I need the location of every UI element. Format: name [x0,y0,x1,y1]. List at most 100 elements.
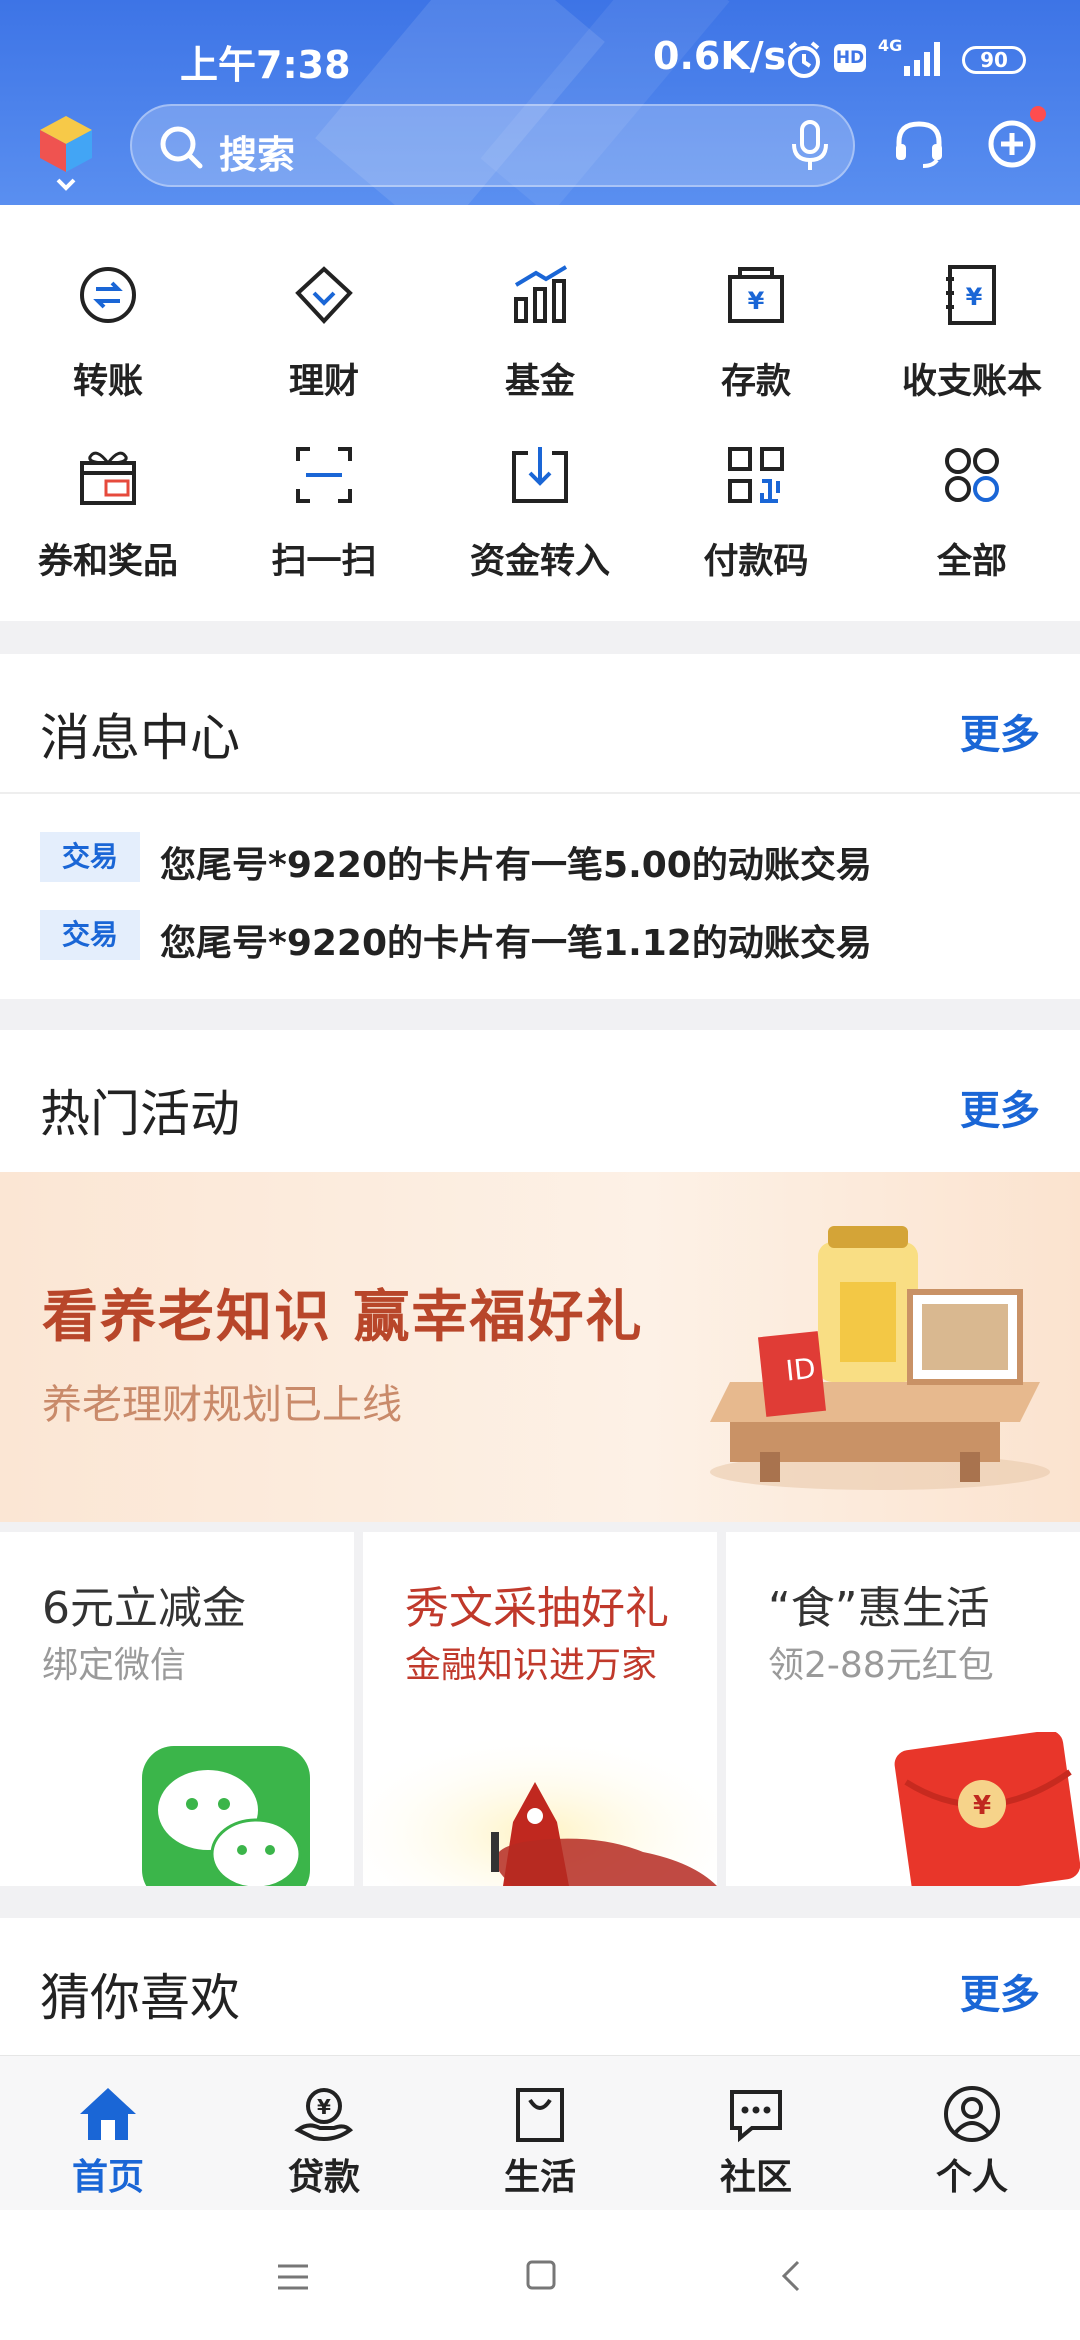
svg-text:¥: ¥ [748,287,765,315]
quick-action-label: 券和奖品 [37,542,178,582]
quick-action-label: 存款 [720,362,791,402]
quick-action-label: 付款码 [703,542,809,582]
nav-community[interactable]: 社区 [648,2056,864,2211]
wechat-icon [142,1746,310,1886]
menu-icon[interactable] [276,2262,310,2292]
search-placeholder: 搜索 [219,133,296,177]
microphone-icon[interactable] [790,120,830,172]
svg-text:¥: ¥ [973,1791,991,1821]
scan-icon [296,447,352,503]
deposit-box-icon: ¥ [728,267,784,323]
battery-indicator: 90 [962,46,1026,74]
diamond-icon [295,266,353,324]
bar-chart-icon [514,265,568,323]
quick-action-pay-code[interactable]: 付款码 [648,443,864,613]
message-text: 您尾号*9220的卡片有一笔1.12的动账交易 [160,923,872,964]
guess-you-like: 猜你喜欢 更多 [0,1918,1080,2055]
card-title: “食”惠生活 [768,1583,990,1634]
quick-action-label: 基金 [504,362,575,402]
nav-profile[interactable]: 个人 [864,2056,1080,2211]
bottom-navigation: 首页 ¥ 贷款 生活 社区 个人 [0,2055,1080,2210]
message-center-title: 消息中心 [40,709,240,767]
nav-label: 首页 [71,2157,144,2198]
id-card-label: ID [784,1351,818,1388]
nav-label: 个人 [935,2157,1008,2198]
message-item[interactable]: 交易 您尾号*9220的卡片有一笔5.00的动账交易 [40,832,1040,886]
system-navigation-bar [0,2210,1080,2340]
card-subtitle: 金融知识进万家 [405,1645,658,1686]
shopping-bag-icon [516,2088,564,2142]
promo-banner[interactable]: 看养老知识 赢幸福好礼 养老理财规划已上线 ID [0,1172,1080,1522]
customer-service-icon[interactable] [893,118,945,170]
gift-coupon-icon [80,451,136,505]
quick-action-label: 资金转入 [469,542,610,582]
chat-bubble-icon [730,2090,782,2143]
network-speed: 0.6K/s [653,34,787,78]
add-icon[interactable] [986,118,1038,170]
svg-text:¥: ¥ [966,283,983,311]
promo-card-finance[interactable]: 秀文采抽好礼 金融知识进万家 [363,1532,717,1886]
promo-card-life[interactable]: “食”惠生活 领2-88元红包 ¥ [726,1532,1080,1886]
promo-card-wechat[interactable]: 6元立减金 绑定微信 [0,1532,354,1886]
guess-you-like-title: 猜你喜欢 [40,1969,240,2027]
quick-action-deposit[interactable]: ¥ 存款 [648,263,864,433]
quick-actions-grid: 转账 理财 基金 ¥ 存款 ¥ 收支账本 券和奖品 扫一扫 资金转入 付款码 全… [0,205,1080,621]
back-icon[interactable] [780,2258,802,2294]
quick-action-all[interactable]: 全部 [864,443,1080,613]
nav-life[interactable]: 生活 [432,2056,648,2211]
hot-activities-title: 热门活动 [40,1085,240,1143]
nav-loan[interactable]: ¥ 贷款 [216,2056,432,2211]
network-type: 4G [878,36,903,55]
loan-icon: ¥ [294,2088,354,2141]
svg-text:¥: ¥ [317,2095,331,2119]
divider [0,792,1080,794]
message-center: 消息中心 更多 交易 您尾号*9220的卡片有一笔5.00的动账交易 交易 您尾… [0,654,1080,999]
ledger-icon: ¥ [946,265,996,325]
card-title: 秀文采抽好礼 [405,1583,669,1634]
card-subtitle: 领2-88元红包 [768,1645,994,1686]
fund-in-icon [512,447,568,503]
notification-dot [1030,106,1046,122]
nav-label: 社区 [719,2157,792,2198]
transfer-icon [80,267,136,323]
home-button-icon[interactable] [526,2260,556,2290]
quick-action-transfer[interactable]: 转账 [0,263,216,433]
quick-action-label: 理财 [288,362,359,402]
hd-icon: HD [834,44,866,72]
banner-illustration [710,1226,1050,1490]
card-subtitle: 绑定微信 [42,1645,187,1686]
user-icon [944,2086,1000,2142]
banner-subtitle: 养老理财规划已上线 [42,1382,402,1428]
message-item[interactable]: 交易 您尾号*9220的卡片有一笔1.12的动账交易 [40,910,1040,964]
status-time: 上午7:38 [180,43,351,87]
nav-label: 贷款 [287,2157,360,2198]
nav-home[interactable]: 首页 [0,2056,216,2211]
guess-you-like-more-link[interactable]: 更多 [960,1962,1040,2020]
quick-action-label: 全部 [936,542,1007,582]
quick-action-ledger[interactable]: ¥ 收支账本 [864,263,1080,433]
alarm-icon [788,41,820,78]
quick-action-label: 转账 [72,362,143,402]
fountain-pen-illustration [363,1712,717,1886]
quick-action-label: 扫一扫 [271,542,377,582]
message-center-more-link[interactable]: 更多 [960,702,1040,760]
all-apps-icon [945,448,999,502]
quick-action-scan[interactable]: 扫一扫 [216,443,432,613]
message-text: 您尾号*9220的卡片有一笔5.00的动账交易 [160,845,872,886]
quick-action-coupons[interactable]: 券和奖品 [0,443,216,613]
card-title: 6元立减金 [42,1583,246,1634]
red-envelope-icon: ¥ [894,1732,1080,1886]
app-header: 上午7:38 0.6K/s HD 4G 90 搜索 [0,0,1080,205]
search-icon [160,126,203,169]
nav-label: 生活 [503,2157,576,2198]
banner-title: 看养老知识 赢幸福好礼 [42,1285,644,1350]
quick-action-label: 收支账本 [901,362,1042,402]
qr-code-icon [728,447,784,503]
quick-action-fund-in[interactable]: 资金转入 [432,443,648,613]
quick-action-wealth[interactable]: 理财 [216,263,432,433]
search-bar[interactable]: 搜索 [130,104,855,187]
app-logo-icon[interactable] [36,112,96,192]
id-card-badge: ID [757,1331,827,1417]
quick-action-fund[interactable]: 基金 [432,263,648,433]
hot-activities-more-link[interactable]: 更多 [960,1078,1040,1136]
